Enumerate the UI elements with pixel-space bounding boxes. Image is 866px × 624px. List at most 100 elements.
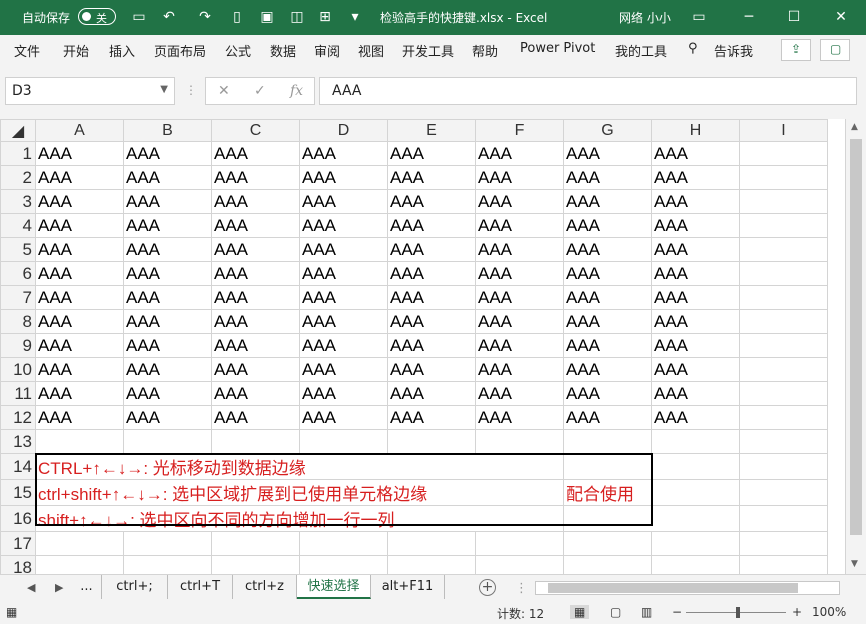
cell[interactable]: AAA bbox=[475, 189, 564, 214]
cell[interactable] bbox=[739, 165, 828, 190]
tab-developer[interactable]: 开发工具 bbox=[402, 41, 454, 60]
cell[interactable] bbox=[739, 285, 828, 310]
user-name[interactable]: 网络 小小 bbox=[619, 9, 671, 26]
row-header[interactable]: 6 bbox=[0, 261, 36, 286]
minimize-icon[interactable]: ─ bbox=[734, 4, 764, 30]
cell[interactable]: AAA bbox=[563, 285, 652, 310]
tab-formulas[interactable]: 公式 bbox=[225, 41, 251, 60]
cell[interactable]: AAA bbox=[475, 285, 564, 310]
tab-my-tools[interactable]: 我的工具 bbox=[615, 41, 667, 60]
cell[interactable] bbox=[475, 555, 564, 574]
row-header[interactable]: 10 bbox=[0, 357, 36, 382]
cell[interactable]: AAA bbox=[651, 213, 740, 238]
zoom-in-icon[interactable]: + bbox=[792, 605, 802, 619]
row-header[interactable]: 3 bbox=[0, 189, 36, 214]
cell[interactable] bbox=[739, 479, 828, 506]
enter-icon[interactable]: ✓ bbox=[254, 83, 266, 99]
cell[interactable]: AAA bbox=[475, 381, 564, 406]
row-header[interactable]: 15 bbox=[0, 479, 36, 506]
cell[interactable]: AAA bbox=[299, 285, 388, 310]
scroll-thumb[interactable] bbox=[850, 139, 862, 535]
row-header[interactable]: 1 bbox=[0, 141, 36, 166]
cell[interactable]: AAA bbox=[563, 405, 652, 430]
cell[interactable] bbox=[739, 213, 828, 238]
cell[interactable] bbox=[387, 555, 476, 574]
cell[interactable]: AAA bbox=[123, 141, 212, 166]
cell[interactable]: AAA bbox=[387, 237, 476, 262]
cell[interactable]: AAA bbox=[651, 333, 740, 358]
cell[interactable]: AAA bbox=[123, 405, 212, 430]
cell[interactable]: AAA bbox=[475, 261, 564, 286]
column-header[interactable]: H bbox=[651, 119, 740, 142]
note-cell[interactable]: 配合使用 bbox=[563, 479, 740, 506]
scroll-up-icon[interactable]: ▲ bbox=[851, 122, 858, 132]
cell[interactable] bbox=[123, 429, 212, 454]
cell[interactable] bbox=[299, 531, 388, 556]
cell[interactable] bbox=[211, 429, 300, 454]
cell[interactable]: AAA bbox=[123, 165, 212, 190]
table-icon[interactable]: ⊞ bbox=[316, 8, 334, 26]
cell[interactable]: AAA bbox=[35, 309, 124, 334]
note-cell[interactable]: CTRL+↑←↓→: 光标移动到数据边缘 bbox=[35, 453, 564, 480]
cell[interactable] bbox=[475, 531, 564, 556]
horizontal-scrollbar[interactable] bbox=[535, 581, 840, 595]
cell[interactable]: AAA bbox=[387, 189, 476, 214]
page-break-view-icon[interactable]: ▥ bbox=[641, 605, 652, 619]
cell[interactable] bbox=[739, 381, 828, 406]
cell[interactable]: AAA bbox=[387, 333, 476, 358]
row-header[interactable]: 7 bbox=[0, 285, 36, 310]
zoom-slider-handle[interactable] bbox=[736, 607, 740, 618]
row-header[interactable]: 16 bbox=[0, 505, 36, 532]
cell[interactable]: AAA bbox=[35, 285, 124, 310]
cell[interactable]: AAA bbox=[475, 309, 564, 334]
cell[interactable] bbox=[651, 555, 740, 574]
cell[interactable]: AAA bbox=[123, 357, 212, 382]
cell[interactable]: AAA bbox=[651, 189, 740, 214]
column-header[interactable]: F bbox=[475, 119, 564, 142]
column-header[interactable]: E bbox=[387, 119, 476, 142]
cell[interactable] bbox=[651, 429, 740, 454]
tab-power-pivot[interactable]: Power Pivot bbox=[520, 41, 595, 56]
tab-insert[interactable]: 插入 bbox=[109, 41, 135, 60]
cell[interactable] bbox=[35, 531, 124, 556]
note-cell[interactable] bbox=[563, 505, 740, 532]
cell[interactable]: AAA bbox=[475, 357, 564, 382]
cell[interactable] bbox=[739, 357, 828, 382]
cell[interactable]: AAA bbox=[299, 357, 388, 382]
tell-me-search[interactable]: 告诉我 bbox=[714, 41, 753, 60]
cell[interactable]: AAA bbox=[123, 213, 212, 238]
cell[interactable] bbox=[651, 531, 740, 556]
row-header[interactable]: 4 bbox=[0, 213, 36, 238]
cell[interactable] bbox=[739, 429, 828, 454]
row-header[interactable]: 2 bbox=[0, 165, 36, 190]
autosave-toggle[interactable]: 关 bbox=[78, 8, 116, 25]
cell[interactable]: AAA bbox=[651, 261, 740, 286]
sheet-tab-active[interactable]: 快速选择 bbox=[297, 575, 371, 599]
lightbulb-search-icon[interactable]: ⚲ bbox=[688, 41, 698, 56]
cell[interactable]: AAA bbox=[123, 189, 212, 214]
cell[interactable]: AAA bbox=[299, 237, 388, 262]
cell[interactable]: AAA bbox=[387, 309, 476, 334]
save-icon[interactable]: ▭ bbox=[130, 8, 148, 26]
sheet-tab[interactable]: ctrl+; bbox=[102, 575, 168, 599]
row-header[interactable]: 13 bbox=[0, 429, 36, 454]
cancel-icon[interactable]: ✕ bbox=[218, 83, 230, 99]
prev-sheet-icon[interactable]: ◀ bbox=[27, 581, 35, 594]
cell[interactable]: AAA bbox=[123, 237, 212, 262]
cell[interactable] bbox=[299, 429, 388, 454]
cell[interactable]: AAA bbox=[563, 141, 652, 166]
cell[interactable]: AAA bbox=[651, 381, 740, 406]
note-cell[interactable] bbox=[563, 453, 740, 480]
scroll-thumb[interactable] bbox=[548, 583, 798, 593]
cell[interactable] bbox=[739, 531, 828, 556]
column-header[interactable]: G bbox=[563, 119, 652, 142]
cell[interactable]: AAA bbox=[211, 213, 300, 238]
cell[interactable] bbox=[35, 429, 124, 454]
cell[interactable]: AAA bbox=[651, 405, 740, 430]
cell[interactable]: AAA bbox=[475, 165, 564, 190]
cell[interactable] bbox=[475, 429, 564, 454]
cell[interactable] bbox=[211, 555, 300, 574]
note-cell[interactable]: ctrl+shift+↑←↓→: 选中区域扩展到已使用单元格边缘 bbox=[35, 479, 564, 506]
cell[interactable]: AAA bbox=[211, 261, 300, 286]
cell[interactable]: AAA bbox=[299, 333, 388, 358]
